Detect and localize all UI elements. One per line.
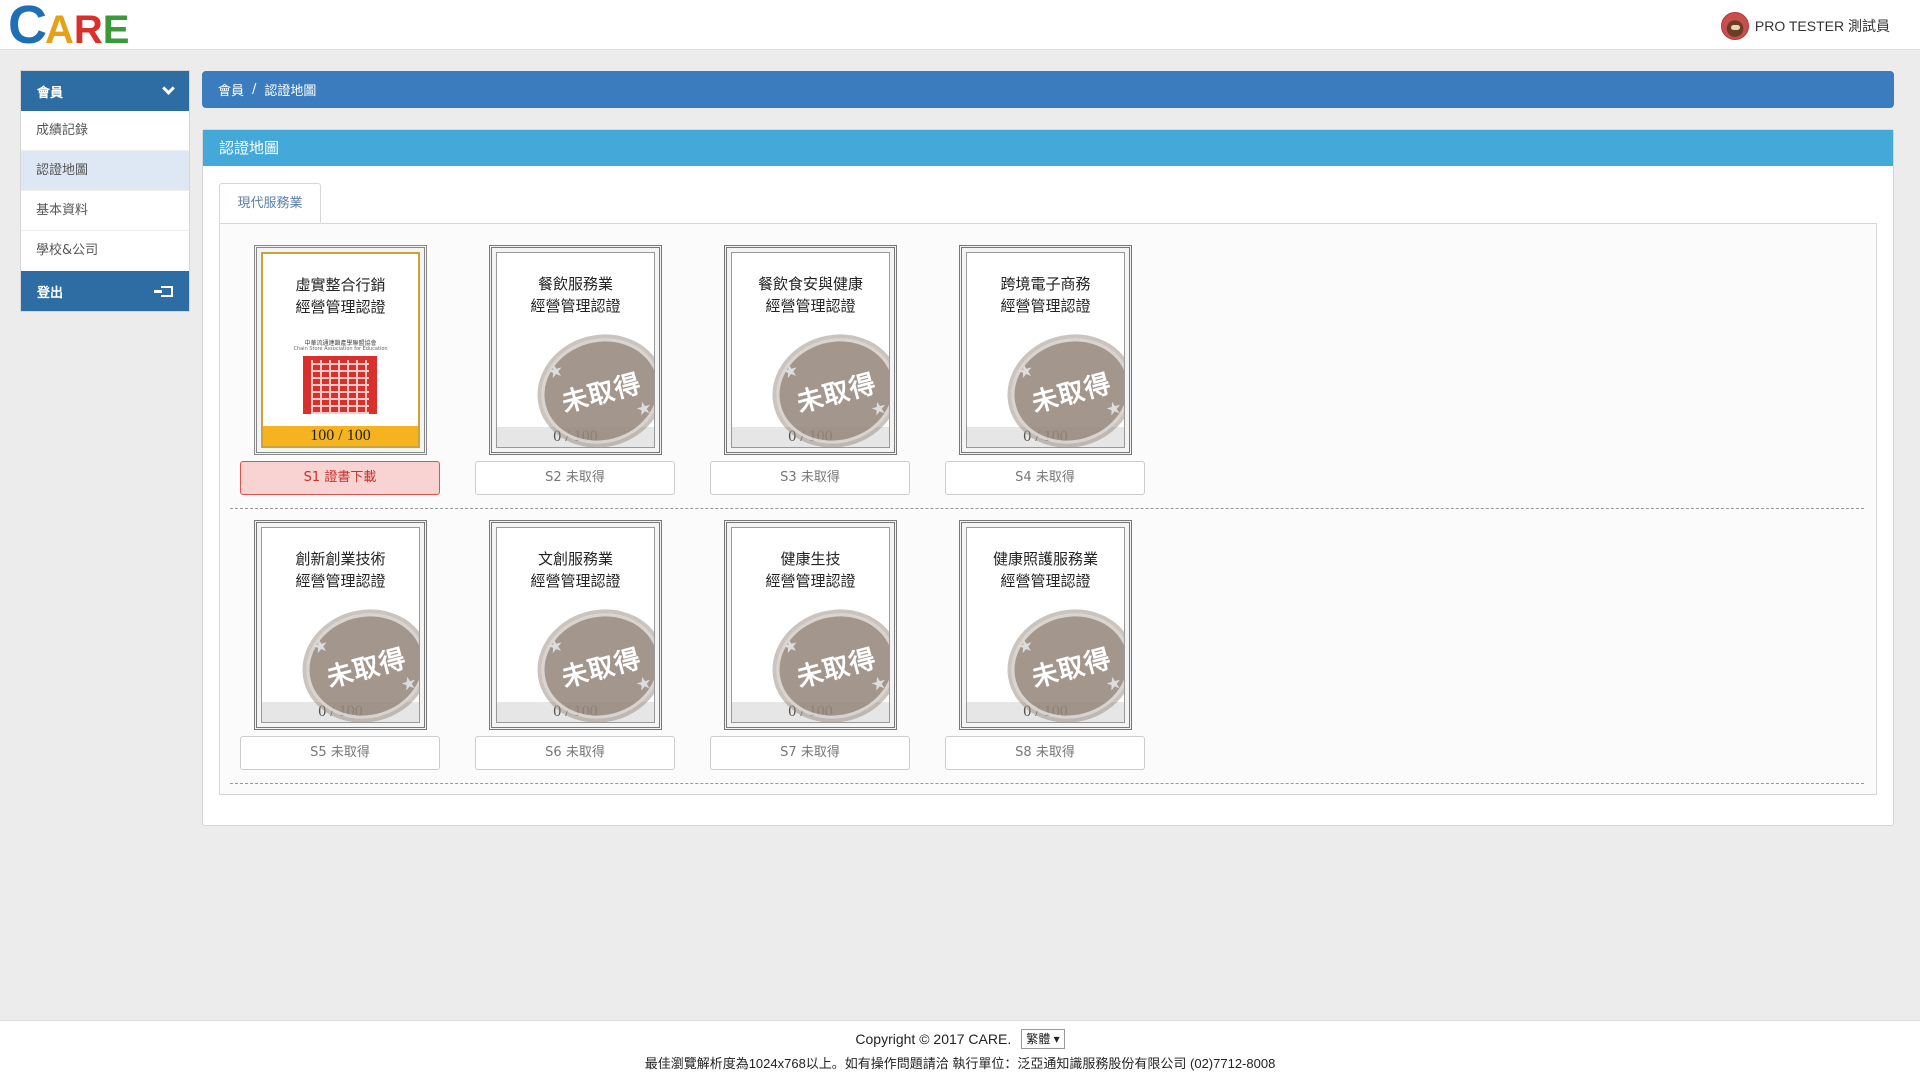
- user-menu[interactable]: PRO TESTER 測試員: [1720, 12, 1890, 40]
- care-logo[interactable]: CARE: [8, 0, 130, 52]
- sidebar-section-member[interactable]: 會員: [21, 71, 189, 111]
- certificate-card: 餐飲食安與健康 經營管理認證 0 / 100 ★★ 未取得 S3 未取得: [710, 245, 910, 495]
- logo-letter-r: R: [73, 8, 103, 52]
- tab-content: 虛實整合行銷 經營管理認證 中華流通連鎖產學聯盟協會 Chain Store A…: [219, 223, 1877, 795]
- language-select[interactable]: 繁體 ▾: [1021, 1029, 1065, 1049]
- footer: Copyright © 2017 CARE. 繁體 ▾ 最佳瀏覽解析度為1024…: [0, 1020, 1920, 1080]
- logout-button[interactable]: 登出: [21, 271, 189, 311]
- certificate-title: 餐飲服務業 經營管理認證: [530, 275, 621, 315]
- certificate-title: 健康照護服務業 經營管理認證: [992, 550, 1098, 590]
- sidebar-item-score-records[interactable]: 成績記錄: [21, 111, 189, 151]
- certificate-card: 健康照護服務業 經營管理認證 0 / 100 ★★ 未取得 S8 未取得: [945, 520, 1145, 770]
- certificate-title: 創新創業技術 經營管理認證: [295, 550, 386, 590]
- certificate-title: 文創服務業 經營管理認證: [530, 550, 621, 590]
- certificate-image[interactable]: 虛實整合行銷 經營管理認證 中華流通連鎖產學聯盟協會 Chain Store A…: [254, 245, 427, 455]
- sidebar-item-school-company[interactable]: 學校&公司: [21, 231, 189, 271]
- certificate-card: 文創服務業 經營管理認證 0 / 100 ★★ 未取得 S6 未取得: [475, 520, 675, 770]
- avatar: [1720, 12, 1749, 40]
- user-name: PRO TESTER 測試員: [1754, 18, 1890, 34]
- copyright-text: Copyright © 2017 CARE.: [855, 1031, 1012, 1047]
- tab-modern-service[interactable]: 現代服務業: [219, 183, 321, 223]
- certificate-card: 健康生技 經營管理認證 0 / 100 ★★ 未取得 S7 未取得: [710, 520, 910, 770]
- certificate-status-button[interactable]: S3 未取得: [710, 461, 910, 495]
- certificate-status-button[interactable]: S5 未取得: [240, 736, 440, 770]
- certificate-title: 餐飲食安與健康 經營管理認證: [757, 275, 863, 315]
- certificate-row: 創新創業技術 經營管理認證 0 / 100 ★★ 未取得 S5 未取得: [240, 520, 1145, 770]
- certificate-image: 餐飲食安與健康 經營管理認證 0 / 100 ★★ 未取得: [724, 245, 897, 455]
- row-divider: [230, 783, 1864, 784]
- top-bar: CARE PRO TESTER 測試員: [0, 0, 1920, 52]
- breadcrumb-separator: /: [252, 82, 257, 97]
- certificate-image: 餐飲服務業 經營管理認證 0 / 100 ★★ 未取得: [489, 245, 662, 455]
- logo-letter-c: C: [8, 0, 47, 55]
- certificate-status-button[interactable]: S8 未取得: [945, 736, 1145, 770]
- certificate-issuer-en: Chain Store Association for Education: [293, 346, 388, 352]
- certificate-card: 跨境電子商務 經營管理認證 0 / 100 ★★ 未取得 S4 未取得: [945, 245, 1145, 495]
- certificate-status-button[interactable]: S6 未取得: [475, 736, 675, 770]
- footer-notice: 最佳瀏覽解析度為1024x768以上。如有操作問題請洽 執行單位：泛亞通知識服務…: [644, 1056, 1276, 1071]
- certificate-download-button[interactable]: S1 證書下載: [240, 461, 440, 495]
- certificate-image: 跨境電子商務 經營管理認證 0 / 100 ★★ 未取得: [959, 245, 1132, 455]
- breadcrumb: 會員 / 認證地圖: [202, 71, 1894, 108]
- logo-letter-e: E: [102, 8, 130, 52]
- certificate-card: 餐飲服務業 經營管理認證 0 / 100 ★★ 未取得 S2 未取得: [475, 245, 675, 495]
- certificate-image: 文創服務業 經營管理認證 0 / 100 ★★ 未取得: [489, 520, 662, 730]
- logout-label: 登出: [37, 285, 64, 301]
- sidebar-item-basic-info[interactable]: 基本資料: [21, 191, 189, 231]
- certificate-row: 虛實整合行銷 經營管理認證 中華流通連鎖產學聯盟協會 Chain Store A…: [240, 245, 1145, 495]
- certificate-status-button[interactable]: S7 未取得: [710, 736, 910, 770]
- sidebar: 會員 成績記錄 認證地圖 基本資料 學校&公司 登出: [20, 70, 190, 312]
- panel-title: 認證地圖: [203, 130, 1893, 166]
- certificate-title: 跨境電子商務 經營管理認證: [1000, 275, 1091, 315]
- certificate-title: 健康生技 經營管理認證: [765, 550, 856, 590]
- breadcrumb-current: 認證地圖: [264, 84, 317, 99]
- breadcrumb-link-member[interactable]: 會員: [218, 80, 244, 99]
- certificate-image: 健康生技 經營管理認證 0 / 100 ★★ 未取得: [724, 520, 897, 730]
- certificate-status-button[interactable]: S4 未取得: [945, 461, 1145, 495]
- certificate-card: 虛實整合行銷 經營管理認證 中華流通連鎖產學聯盟協會 Chain Store A…: [240, 245, 440, 495]
- chevron-down-icon: [162, 82, 175, 95]
- certification-map-panel: 認證地圖 現代服務業 虛實整合行銷 經營管理認證 中華流通連鎖產學聯盟協會 Ch…: [202, 129, 1894, 826]
- certificate-card: 創新創業技術 經營管理認證 0 / 100 ★★ 未取得 S5 未取得: [240, 520, 440, 770]
- sign-out-icon: [154, 285, 173, 297]
- logo-letter-a: A: [45, 8, 74, 52]
- certificate-score: 100 / 100: [263, 426, 418, 446]
- certificate-image: 創新創業技術 經營管理認證 0 / 100 ★★ 未取得: [254, 520, 427, 730]
- sidebar-section-label: 會員: [37, 85, 64, 101]
- certificate-image: 健康照護服務業 經營管理認證 0 / 100 ★★ 未取得: [959, 520, 1132, 730]
- sidebar-item-certification-map[interactable]: 認證地圖: [21, 151, 189, 191]
- row-divider: [230, 508, 1864, 509]
- certificate-status-button[interactable]: S2 未取得: [475, 461, 675, 495]
- certificate-title: 虛實整合行銷 經營管理認證: [295, 276, 386, 316]
- seal-stamp-icon: [303, 356, 377, 414]
